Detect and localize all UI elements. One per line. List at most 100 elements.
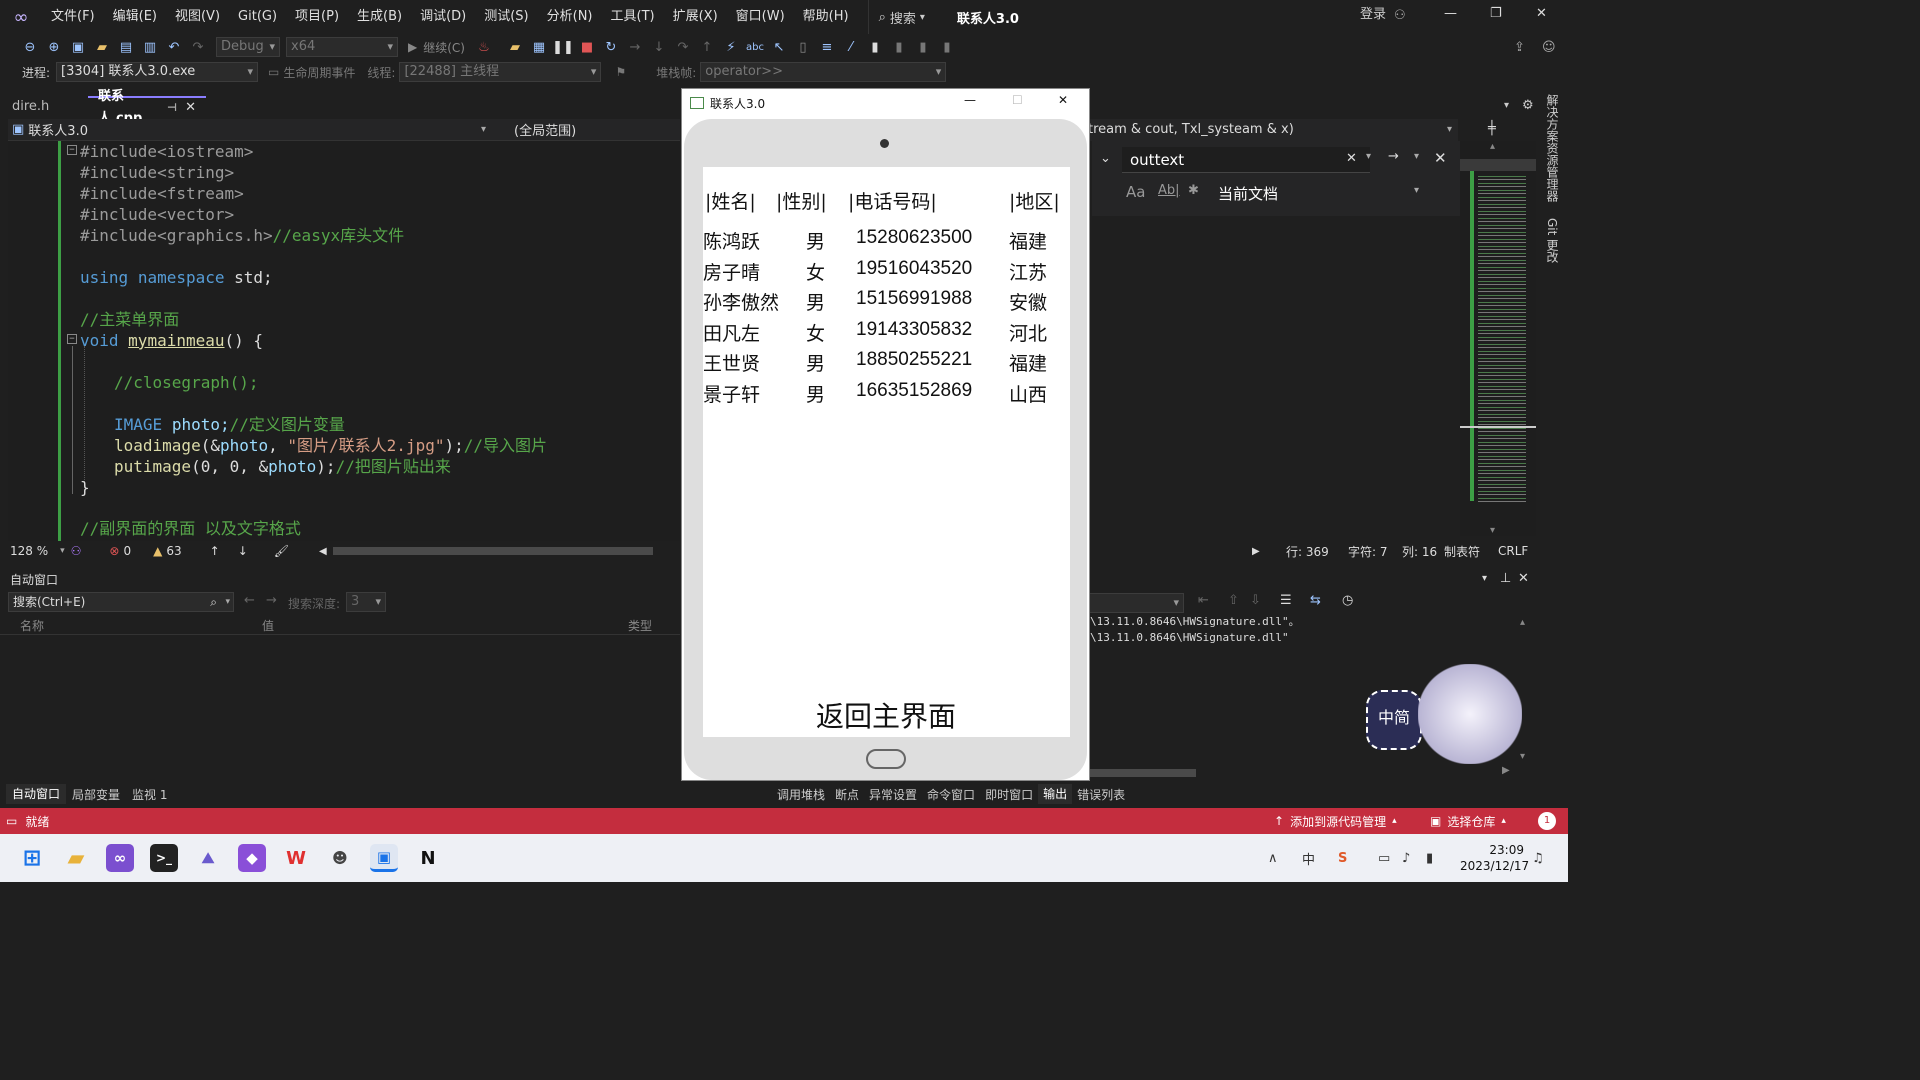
col-indicator[interactable]: 列: 16 bbox=[1402, 543, 1437, 560]
regex-icon[interactable]: ✱ bbox=[1188, 183, 1199, 198]
contacts-app-icon[interactable]: ▣ bbox=[370, 844, 398, 872]
tab-command-window[interactable]: 命令窗口 bbox=[922, 786, 980, 803]
minimap[interactable]: ▴ ▾ bbox=[1460, 141, 1536, 536]
tab-call-stack[interactable]: 调用堆栈 bbox=[772, 786, 830, 803]
whole-word-button[interactable]: Ab| bbox=[1158, 183, 1180, 198]
prev-issue-icon[interactable]: ↑ bbox=[210, 544, 220, 558]
select-repo-button[interactable]: ▣ 选择仓库 ▴ bbox=[1430, 813, 1506, 830]
pause-icon[interactable]: ❚❚ bbox=[552, 36, 574, 58]
cursor-icon[interactable]: ↖ bbox=[768, 36, 790, 58]
search-menu[interactable]: ⌕ 搜索 ▾ bbox=[867, 0, 935, 34]
menu-item[interactable]: 工具(T) bbox=[602, 0, 664, 34]
copilot-icon[interactable]: ⚇ bbox=[71, 544, 82, 558]
tray-app-icon[interactable]: S bbox=[1338, 851, 1347, 866]
clear-all-icon[interactable]: ☰ bbox=[1280, 593, 1292, 608]
solution-explorer-tab[interactable]: 解决方案资源管理器 bbox=[1544, 94, 1561, 202]
wps-icon[interactable]: W bbox=[282, 844, 310, 872]
tab-exception-settings[interactable]: 异常设置 bbox=[864, 786, 922, 803]
chevron-down-icon[interactable]: ▾ bbox=[1366, 151, 1371, 162]
cleanup-icon[interactable]: 🖌 bbox=[274, 544, 289, 558]
comment-icon[interactable]: ⁄ bbox=[840, 36, 862, 58]
stackframe-select[interactable]: operator>> bbox=[700, 62, 947, 82]
account-icon[interactable]: ⚇ bbox=[1394, 8, 1406, 23]
git-changes-tab[interactable]: Git 更改 bbox=[1544, 218, 1561, 263]
code-editor[interactable]: − − #include<iostream> #include<string> … bbox=[8, 141, 680, 541]
clock[interactable]: 23:09 2023/12/17 bbox=[1460, 842, 1529, 874]
scroll-up-icon[interactable]: ▴ bbox=[1520, 617, 1525, 628]
ime-floating-badge[interactable]: 中简 bbox=[1366, 690, 1422, 750]
terminal-icon[interactable]: >_ bbox=[150, 844, 178, 872]
app-icon[interactable]: ◆ bbox=[238, 844, 266, 872]
menu-item[interactable]: 分析(N) bbox=[538, 0, 602, 34]
diagnostics-icon[interactable]: ⚡ bbox=[720, 36, 742, 58]
search-input[interactable]: 搜索(Ctrl+E) ⌕ ▾ bbox=[8, 592, 234, 612]
scroll-right-icon[interactable]: ▶ bbox=[1252, 546, 1260, 557]
save-all-icon[interactable]: ▥ bbox=[139, 36, 161, 58]
step-next-icon[interactable]: → bbox=[624, 36, 646, 58]
output-hscroll[interactable] bbox=[1088, 769, 1196, 777]
save-icon[interactable]: ▤ bbox=[115, 36, 137, 58]
thread-select[interactable]: [22488] 主线程 bbox=[399, 62, 602, 82]
pin-icon[interactable]: ⊣ bbox=[167, 97, 177, 119]
tab-auto-window[interactable]: 自动窗口 bbox=[6, 784, 67, 804]
gear-icon[interactable]: ⚙ bbox=[1522, 98, 1534, 113]
warning-count[interactable]: 63 bbox=[166, 544, 181, 558]
share-icon[interactable]: ⇪ bbox=[1514, 40, 1525, 55]
visual-studio-logo-icon[interactable]: ∞ bbox=[0, 0, 42, 34]
indent-mode[interactable]: 制表符 bbox=[1444, 543, 1480, 560]
clear-icon[interactable]: ✕ bbox=[1346, 151, 1357, 166]
ime-indicator[interactable]: 中 bbox=[1302, 849, 1315, 868]
back-icon[interactable]: ⊖ bbox=[19, 36, 41, 58]
chevron-down-icon[interactable]: ▾ bbox=[1414, 151, 1419, 162]
back-to-main-button[interactable]: 返回主界面 bbox=[816, 695, 956, 735]
split-icon[interactable]: ╪ bbox=[1488, 121, 1496, 136]
back-icon[interactable]: ← bbox=[244, 593, 255, 608]
column-name[interactable]: 名称 bbox=[20, 617, 44, 634]
new-item-icon[interactable]: ▣ bbox=[67, 36, 89, 58]
menu-item[interactable]: 项目(P) bbox=[286, 0, 348, 34]
column-type[interactable]: 类型 bbox=[628, 617, 652, 634]
output-source-select[interactable] bbox=[1088, 593, 1184, 613]
find-message-icon[interactable]: ⇤ bbox=[1198, 593, 1209, 608]
menu-item[interactable]: Git(G) bbox=[229, 0, 286, 34]
spellcheck-icon[interactable]: abc bbox=[744, 36, 766, 58]
step-into-icon[interactable]: ↓ bbox=[648, 36, 670, 58]
config-select[interactable]: Debug bbox=[216, 37, 280, 57]
tab-breakpoints[interactable]: 断点 bbox=[830, 786, 864, 803]
bookmark-clear-icon[interactable]: ▮ bbox=[936, 36, 958, 58]
network-icon[interactable]: ▭ bbox=[1378, 851, 1390, 866]
forward-icon[interactable]: ⊕ bbox=[43, 36, 65, 58]
close-find-icon[interactable]: ✕ bbox=[1434, 149, 1447, 167]
bookmark-prev-icon[interactable]: ▮ bbox=[888, 36, 910, 58]
prev-message-icon[interactable]: ⇧ bbox=[1228, 593, 1239, 608]
lifecycle-events[interactable]: 生命周期事件 bbox=[283, 64, 355, 81]
menu-item[interactable]: 视图(V) bbox=[166, 0, 229, 34]
scroll-down-icon[interactable]: ▾ bbox=[1490, 525, 1495, 536]
continue-button[interactable]: ▶ 继续(C) bbox=[408, 39, 465, 56]
menu-item[interactable]: 生成(B) bbox=[348, 0, 411, 34]
close-tab-icon[interactable]: ✕ bbox=[185, 97, 196, 119]
undo-icon[interactable]: ↶ bbox=[163, 36, 185, 58]
home-button[interactable] bbox=[866, 749, 906, 769]
next-issue-icon[interactable]: ↓ bbox=[238, 544, 248, 558]
notification-bell-icon[interactable]: ♫ bbox=[1532, 851, 1544, 866]
menu-item[interactable]: 调试(D) bbox=[411, 0, 475, 34]
error-count[interactable]: 0 bbox=[123, 544, 131, 558]
match-case-button[interactable]: Aa bbox=[1126, 183, 1145, 201]
word-wrap-icon[interactable]: ⇆ bbox=[1310, 593, 1321, 608]
bookmark-icon[interactable]: ▮ bbox=[864, 36, 886, 58]
menu-item[interactable]: 窗口(W) bbox=[727, 0, 794, 34]
volume-icon[interactable]: ♪ bbox=[1402, 851, 1410, 866]
bookmark-next-icon[interactable]: ▮ bbox=[912, 36, 934, 58]
thread-icon[interactable]: ▯ bbox=[792, 36, 814, 58]
tab-immediate-window[interactable]: 即时窗口 bbox=[980, 786, 1038, 803]
tab-dire-h[interactable]: dire.h bbox=[2, 96, 88, 118]
feedback-icon[interactable]: ☺ bbox=[1542, 40, 1556, 55]
tab-contacts-cpp[interactable]: 联系人.cpp ⊣ ✕ bbox=[88, 89, 206, 126]
depth-select[interactable]: 3 bbox=[346, 592, 386, 612]
find-input[interactable]: outtext bbox=[1122, 147, 1370, 173]
forward-icon[interactable]: → bbox=[266, 593, 277, 608]
member-dropdown[interactable]: tream & cout, Txl_systeam & x) ▾ bbox=[1088, 119, 1458, 141]
chevron-down-icon[interactable]: ▾ bbox=[60, 546, 65, 556]
character-app-icon[interactable]: ☻ bbox=[326, 844, 354, 872]
